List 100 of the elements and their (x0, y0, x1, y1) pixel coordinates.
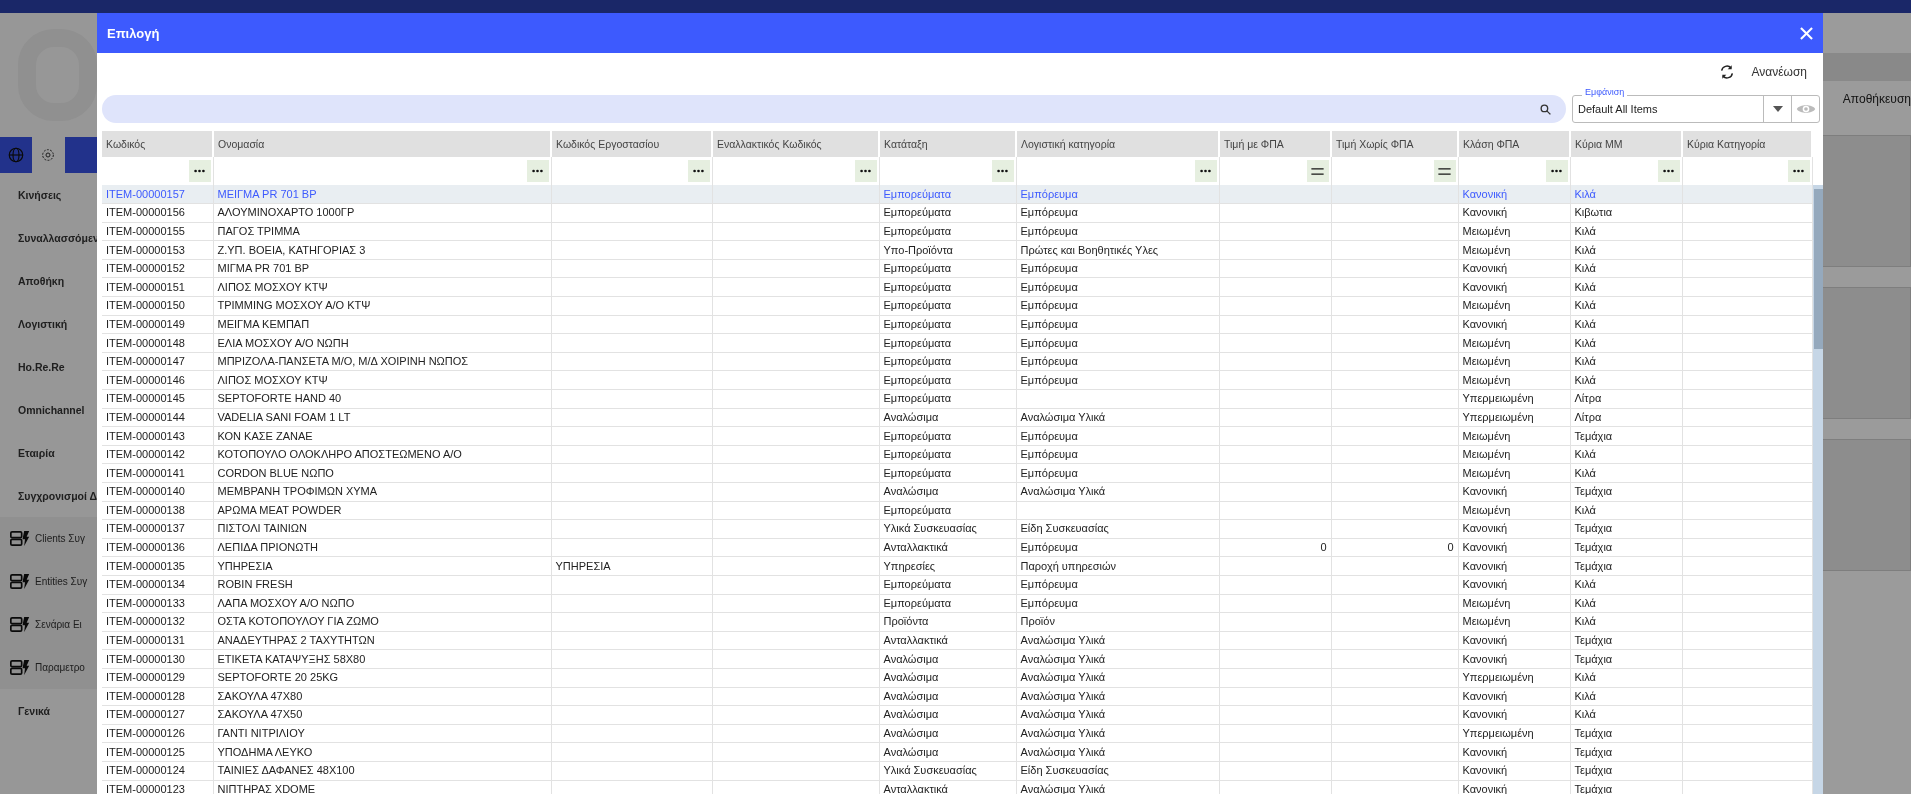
scrollbar[interactable] (1813, 185, 1823, 794)
table-cell: Κανονική (1462, 764, 1508, 777)
table-row[interactable]: ITEM-00000136 ΛΕΠΙΔΑ ΠΡΙΟΝΩΤΗ Ανταλλακτικά Εμπόρευμα 0 0 Κανονική Τεμάχια (102, 538, 1812, 557)
column-header[interactable]: Τιμή Χωρίς ΦΠΑ (1331, 131, 1458, 157)
filter-button[interactable] (1657, 160, 1680, 182)
table-cell: ITEM-00000142 (106, 448, 185, 461)
more-icon (997, 169, 1008, 173)
table-row[interactable]: ITEM-00000141 CORDON BLUE ΝΩΠΟ Εμπορεύματα Εμπόρευμα Μειωμένη Κιλά (102, 463, 1812, 483)
table-row[interactable]: ITEM-00000131 ΑΝΑΔΕΥΤΗΡΑΣ 2 ΤΑΧΥΤΗΤΩΝ Ανταλλακτικά Αναλώσιμα Υλικά Κανονική Τεμάχια (102, 631, 1812, 650)
table-row[interactable]: ITEM-00000129 SEPTOFORTE 20 25KG Αναλώσιμα Αναλώσιμα Υλικά Υπερμειωμένη Κιλά (102, 668, 1812, 688)
column-header[interactable]: Κωδικός Εργοστασίου (551, 131, 712, 157)
table-row[interactable]: ITEM-00000124 ΤΑΙΝΙΕΣ ΔΑΦΑΝΕΣ 48Χ100 Υλικά Συσκευασίας Είδη Συσκευασίας Κανονική Τεμάχια (102, 761, 1812, 780)
filter-button[interactable] (1433, 160, 1456, 182)
column-header[interactable]: Τιμή με ΦΠΑ (1219, 131, 1331, 157)
sidebar-item[interactable]: Clients Συγ (0, 517, 97, 560)
filter-button[interactable] (991, 160, 1014, 182)
sidebar-item[interactable]: Omnichannel (0, 388, 97, 431)
table-cell: Κιλά (1574, 373, 1596, 386)
table-cell: Κιλά (1574, 503, 1596, 516)
table-row[interactable]: ITEM-00000155 ΠΑΓΟΣ ΤΡΙΜΜΑ Εμπορεύματα Εμπόρευμα Μειωμένη Κιλά (102, 222, 1812, 241)
table-cell: ITEM-00000156 (106, 206, 185, 219)
table-row[interactable]: ITEM-00000143 ΚΟΝ ΚΑΣΕ ΖΑΝΑΕ Εμπορεύματα Εμπόρευμα Μειωμένη Τεμάχια (102, 426, 1812, 446)
filter-button[interactable] (188, 160, 211, 182)
column-header[interactable]: Κωδικός (102, 131, 213, 157)
table-row[interactable]: ITEM-00000130 ΕΤΙΚΕΤΑ ΚΑΤΑΨΥΞΗΣ 58Χ80 Αναλώσιμα Αναλώσιμα Υλικά Κανονική Τεμάχια (102, 649, 1812, 669)
filter-button[interactable] (1306, 160, 1329, 182)
save-button[interactable]: Αποθήκευση (1842, 92, 1911, 106)
sidebar-item[interactable]: Αποθήκη (0, 259, 97, 302)
sidebar-item[interactable]: Σενάρια Ει (0, 603, 97, 646)
filter-button[interactable] (1787, 160, 1810, 182)
table-cell: Εμπορεύματα (883, 262, 952, 275)
search-field[interactable] (102, 95, 1566, 123)
server-bolt-icon (10, 530, 30, 547)
table-cell: Εμπορεύματα (883, 206, 952, 219)
table-cell: Κιλά (1574, 578, 1596, 591)
table-cell: Αναλώσιμα (883, 727, 939, 739)
refresh-button[interactable]: Ανανέωση (1713, 63, 1813, 81)
table-cell: ΠΙΣΤΟΛΙ ΤΑΙΝΙΩΝ (217, 522, 307, 535)
table-row[interactable]: ITEM-00000156 ΑΛΟΥΜΙΝΟΧΑΡΤΟ 1000ΓΡ Εμπορεύματα Εμπόρευμα Κανονική Κιβωτια (102, 203, 1812, 223)
table-cell: ITEM-00000157 (106, 187, 185, 200)
table-cell: Μειωμένη (1462, 429, 1511, 442)
table-cell: Μειωμένη (1462, 596, 1511, 609)
sidebar-item[interactable]: Ho.Re.Re (0, 345, 97, 388)
table-cell: Υπερμειωμένη (1462, 392, 1534, 405)
sidebar-item[interactable]: Entities Συγ (0, 560, 97, 603)
sidebar-item[interactable]: Παραμετρο (0, 646, 97, 689)
filter-button[interactable] (1545, 160, 1568, 182)
table-cell: VADELIA SANI FOAM 1 LT (217, 410, 351, 423)
table-cell: ΓΑΝΤΙ ΝΙΤΡΙΛΙΟΥ (217, 727, 305, 739)
column-header[interactable]: Κύρια ΜΜ (1570, 131, 1682, 157)
table-row[interactable]: ITEM-00000153 Ζ.ΥΠ. ΒΟΕΙΑ, ΚΑΤΗΓΟΡΙΑΣ 3 Υπο-Προϊόντα Πρώτες και Βοηθητικές Υλες Μειωμένη Κιλά (102, 240, 1812, 260)
table-row[interactable]: ITEM-00000142 ΚΟΤΟΠΟΥΛΟ ΟΛΟΚΛΗΡΟ ΑΠΟΣΤΕΩΜΕΝΟ Α/Ο Εμπορεύματα Εμπόρευμα Μειωμένη Κιλά (102, 445, 1812, 464)
table-row[interactable]: ITEM-00000140 ΜΕΜΒΡΑΝΗ ΤΡΟΦΙΜΩΝ ΧΥΜΑ Αναλώσιμα Αναλώσιμα Υλικά Κανονική Τεμάχια (102, 482, 1812, 502)
table-row[interactable]: ITEM-00000137 ΠΙΣΤΟΛΙ ΤΑΙΝΙΩΝ Υλικά Συσκευασίας Είδη Συσκευασίας Κανονική Τεμάχια (102, 519, 1812, 539)
sidebar-item[interactable]: Συναλλασσόμεν (0, 216, 97, 259)
column-header[interactable]: Κύρια Κατηγορία (1682, 131, 1812, 157)
column-header[interactable]: Κατάταξη (879, 131, 1016, 157)
filter-button[interactable] (526, 160, 549, 182)
table-row[interactable]: ITEM-00000125 ΥΠΟΔΗΜΑ ΛΕΥΚΟ Αναλώσιμα Αναλώσιμα Υλικά Κανονική Τεμάχια (102, 742, 1812, 762)
sidebar-item[interactable]: Συγχρονισμοί Δ (0, 474, 97, 517)
table-cell: Εμπορεύματα (883, 225, 952, 237)
table-row[interactable]: ITEM-00000134 ROBIN FRESH Εμπορεύματα Εμπόρευμα Κανονική Κιλά (102, 575, 1812, 595)
column-header[interactable]: Εναλλακτικός Κωδικός (712, 131, 879, 157)
sidebar-item[interactable]: Γενικά (0, 689, 97, 732)
table-row[interactable]: ITEM-00000151 ΛΙΠΟΣ ΜΟΣΧΟΥ ΚΤΨ Εμπορεύματα Εμπόρευμα Κανονική Κιλά (102, 277, 1812, 297)
column-header[interactable]: Ονομασία (213, 131, 551, 157)
filter-button[interactable] (1194, 160, 1217, 182)
table-row[interactable]: ITEM-00000133 ΛΑΠΑ ΜΟΣΧΟΥ Α/Ο ΝΩΠΟ Εμπορεύματα Εμπόρευμα Μειωμένη Κιλά (102, 594, 1812, 613)
table-row[interactable]: ITEM-00000144 VADELIA SANI FOAM 1 LT Αναλώσιμα Αναλώσιμα Υλικά Υπερμειωμένη Λίτρα (102, 408, 1812, 427)
column-header[interactable]: Κλάση ΦΠΑ (1458, 131, 1570, 157)
sidebar-tab[interactable] (64, 137, 97, 173)
sidebar-item[interactable]: Εταιρία (0, 431, 97, 474)
table-row[interactable]: ITEM-00000127 ΣΑΚΟΥΛΑ 47Χ50 Αναλώσιμα Αναλώσιμα Υλικά Κανονική Κιλά (102, 705, 1812, 725)
close-icon[interactable] (1800, 26, 1813, 40)
table-cell: Εμπόρευμα (1020, 336, 1078, 349)
table-row[interactable]: ITEM-00000126 ΓΑΝΤΙ ΝΙΤΡΙΛΙΟΥ Αναλώσιμα Αναλώσιμα Υλικά Υπερμειωμένη Τεμάχια (102, 724, 1812, 743)
table-row[interactable]: ITEM-00000138 ΑΡΩΜΑ MEAT POWDER Εμπορεύματα Μειωμένη Κιλά (102, 501, 1812, 520)
table-row[interactable]: ITEM-00000135 ΥΠΗΡΕΣΙΑ ΥΠΗΡΕΣΙΑ Υπηρεσίες Παροχή υπηρεσιών Κανονική Τεμάχια (102, 556, 1812, 576)
table-row[interactable]: ITEM-00000152 ΜΙΓΜΑ PR 701 BP Εμπορεύματα Εμπόρευμα Κανονική Κιλά (102, 259, 1812, 278)
filter-button[interactable] (854, 160, 877, 182)
table-row[interactable]: ITEM-00000128 ΣΑΚΟΥΛΑ 47Χ80 Αναλώσιμα Αναλώσιμα Υλικά Κανονική Κιλά (102, 687, 1812, 706)
table-cell: Υπερμειωμένη (1462, 410, 1534, 423)
table-row[interactable]: ITEM-00000149 ΜΕΙΓΜΑ ΚΕΜΠΑΠ Εμπορεύματα Εμπόρευμα Κανονική Κιλά (102, 315, 1812, 334)
view-select-label: Εμφάνιση (1582, 87, 1628, 97)
filter-button[interactable] (687, 160, 710, 182)
sidebar-item[interactable]: Λογιστική (0, 302, 97, 345)
table-row[interactable]: ITEM-00000145 SEPTOFORTE HAND 40 Εμπορεύματα Υπερμειωμένη Λίτρα (102, 389, 1812, 409)
table-row[interactable]: ITEM-00000157 ΜΕΙΓΜΑ PR 701 BP Εμπορεύματα Εμπόρευμα Κανονική Κιλά (102, 185, 1812, 204)
table-cell: Εμπόρευμα (1020, 373, 1078, 386)
table-row[interactable]: ITEM-00000148 ΕΛΙΑ ΜΟΣΧΟΥ Α/Ο ΝΩΠΗ Εμπορεύματα Εμπόρευμα Μειωμένη Κιλά (102, 333, 1812, 353)
caret-icon (1772, 106, 1783, 112)
sidebar-item[interactable]: Κινήσεις (0, 173, 97, 216)
table-cell: Εμπόρευμα (1020, 578, 1078, 591)
table-cell: Μειωμένη (1462, 299, 1511, 312)
column-header[interactable]: Λογιστική κατηγορία (1016, 131, 1219, 157)
table-row[interactable]: ITEM-00000132 ΟΣΤΑ ΚΟΤΟΠΟΥΛΟΥ ΓΙΑ ΖΩΜΟ Προϊόντα Προϊόν Μειωμένη Κιλά (102, 612, 1812, 632)
globe-tab[interactable] (0, 137, 33, 173)
table-row[interactable]: ITEM-00000147 ΜΠΡΙΖΟΛΑ-ΠΑΝΣΕΤΑ Μ/Ο, Μ/Δ ΧΟΙΡΙΝΗ ΝΩΠΟΣ Εμπορεύματα Εμπόρευμα Μειωμένη Κιλά (102, 352, 1812, 371)
table-row[interactable]: ITEM-00000146 ΛΙΠΟΣ ΜΟΣΧΟΥ ΚΤΨ Εμπορεύματα Εμπόρευμα Μειωμένη Κιλά (102, 370, 1812, 390)
table-row[interactable]: ITEM-00000150 ΤΡΙΜΜING ΜΟΣΧΟΥ Α/Ο ΚΤΨ Εμπορεύματα Εμπόρευμα Μειωμένη Κιλά (102, 296, 1812, 316)
